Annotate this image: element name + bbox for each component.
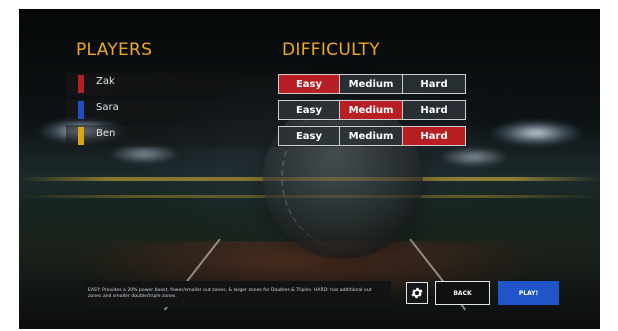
player-color-swatch (78, 101, 84, 119)
difficulty-easy-button[interactable]: Easy (278, 126, 340, 146)
back-button[interactable]: BACK (435, 281, 490, 305)
difficulty-selector-sara: Easy Medium Hard (278, 100, 466, 120)
player-color-swatch (78, 127, 84, 145)
difficulty-selector-zak: Easy Medium Hard (278, 74, 466, 94)
difficulty-selector-ben: Easy Medium Hard (278, 126, 466, 146)
players-heading: PLAYERS (76, 40, 153, 60)
stadium-light-left-low (109, 144, 179, 164)
stadium-light-right-low (439, 147, 509, 167)
difficulty-hard-button[interactable]: Hard (402, 100, 466, 120)
player-name: Zak (96, 76, 115, 87)
difficulty-easy-button[interactable]: Easy (278, 100, 340, 120)
player-name: Sara (96, 102, 119, 113)
play-button[interactable]: PLAY! (498, 281, 559, 305)
difficulty-hard-button[interactable]: Hard (402, 126, 466, 146)
difficulty-medium-button[interactable]: Medium (339, 74, 403, 94)
baseball-background-image (263, 99, 423, 259)
difficulty-heading: DIFFICULTY (282, 40, 380, 60)
settings-button[interactable] (406, 282, 428, 304)
player-color-swatch (78, 75, 84, 93)
difficulty-medium-button[interactable]: Medium (339, 100, 403, 120)
difficulty-hard-button[interactable]: Hard (402, 74, 466, 94)
difficulty-description: EASY: Provides a 20% power boost, fewer/… (83, 281, 391, 307)
difficulty-medium-button[interactable]: Medium (339, 126, 403, 146)
gear-icon (411, 287, 423, 299)
difficulty-easy-button[interactable]: Easy (278, 74, 340, 94)
player-name: Ben (96, 128, 116, 139)
